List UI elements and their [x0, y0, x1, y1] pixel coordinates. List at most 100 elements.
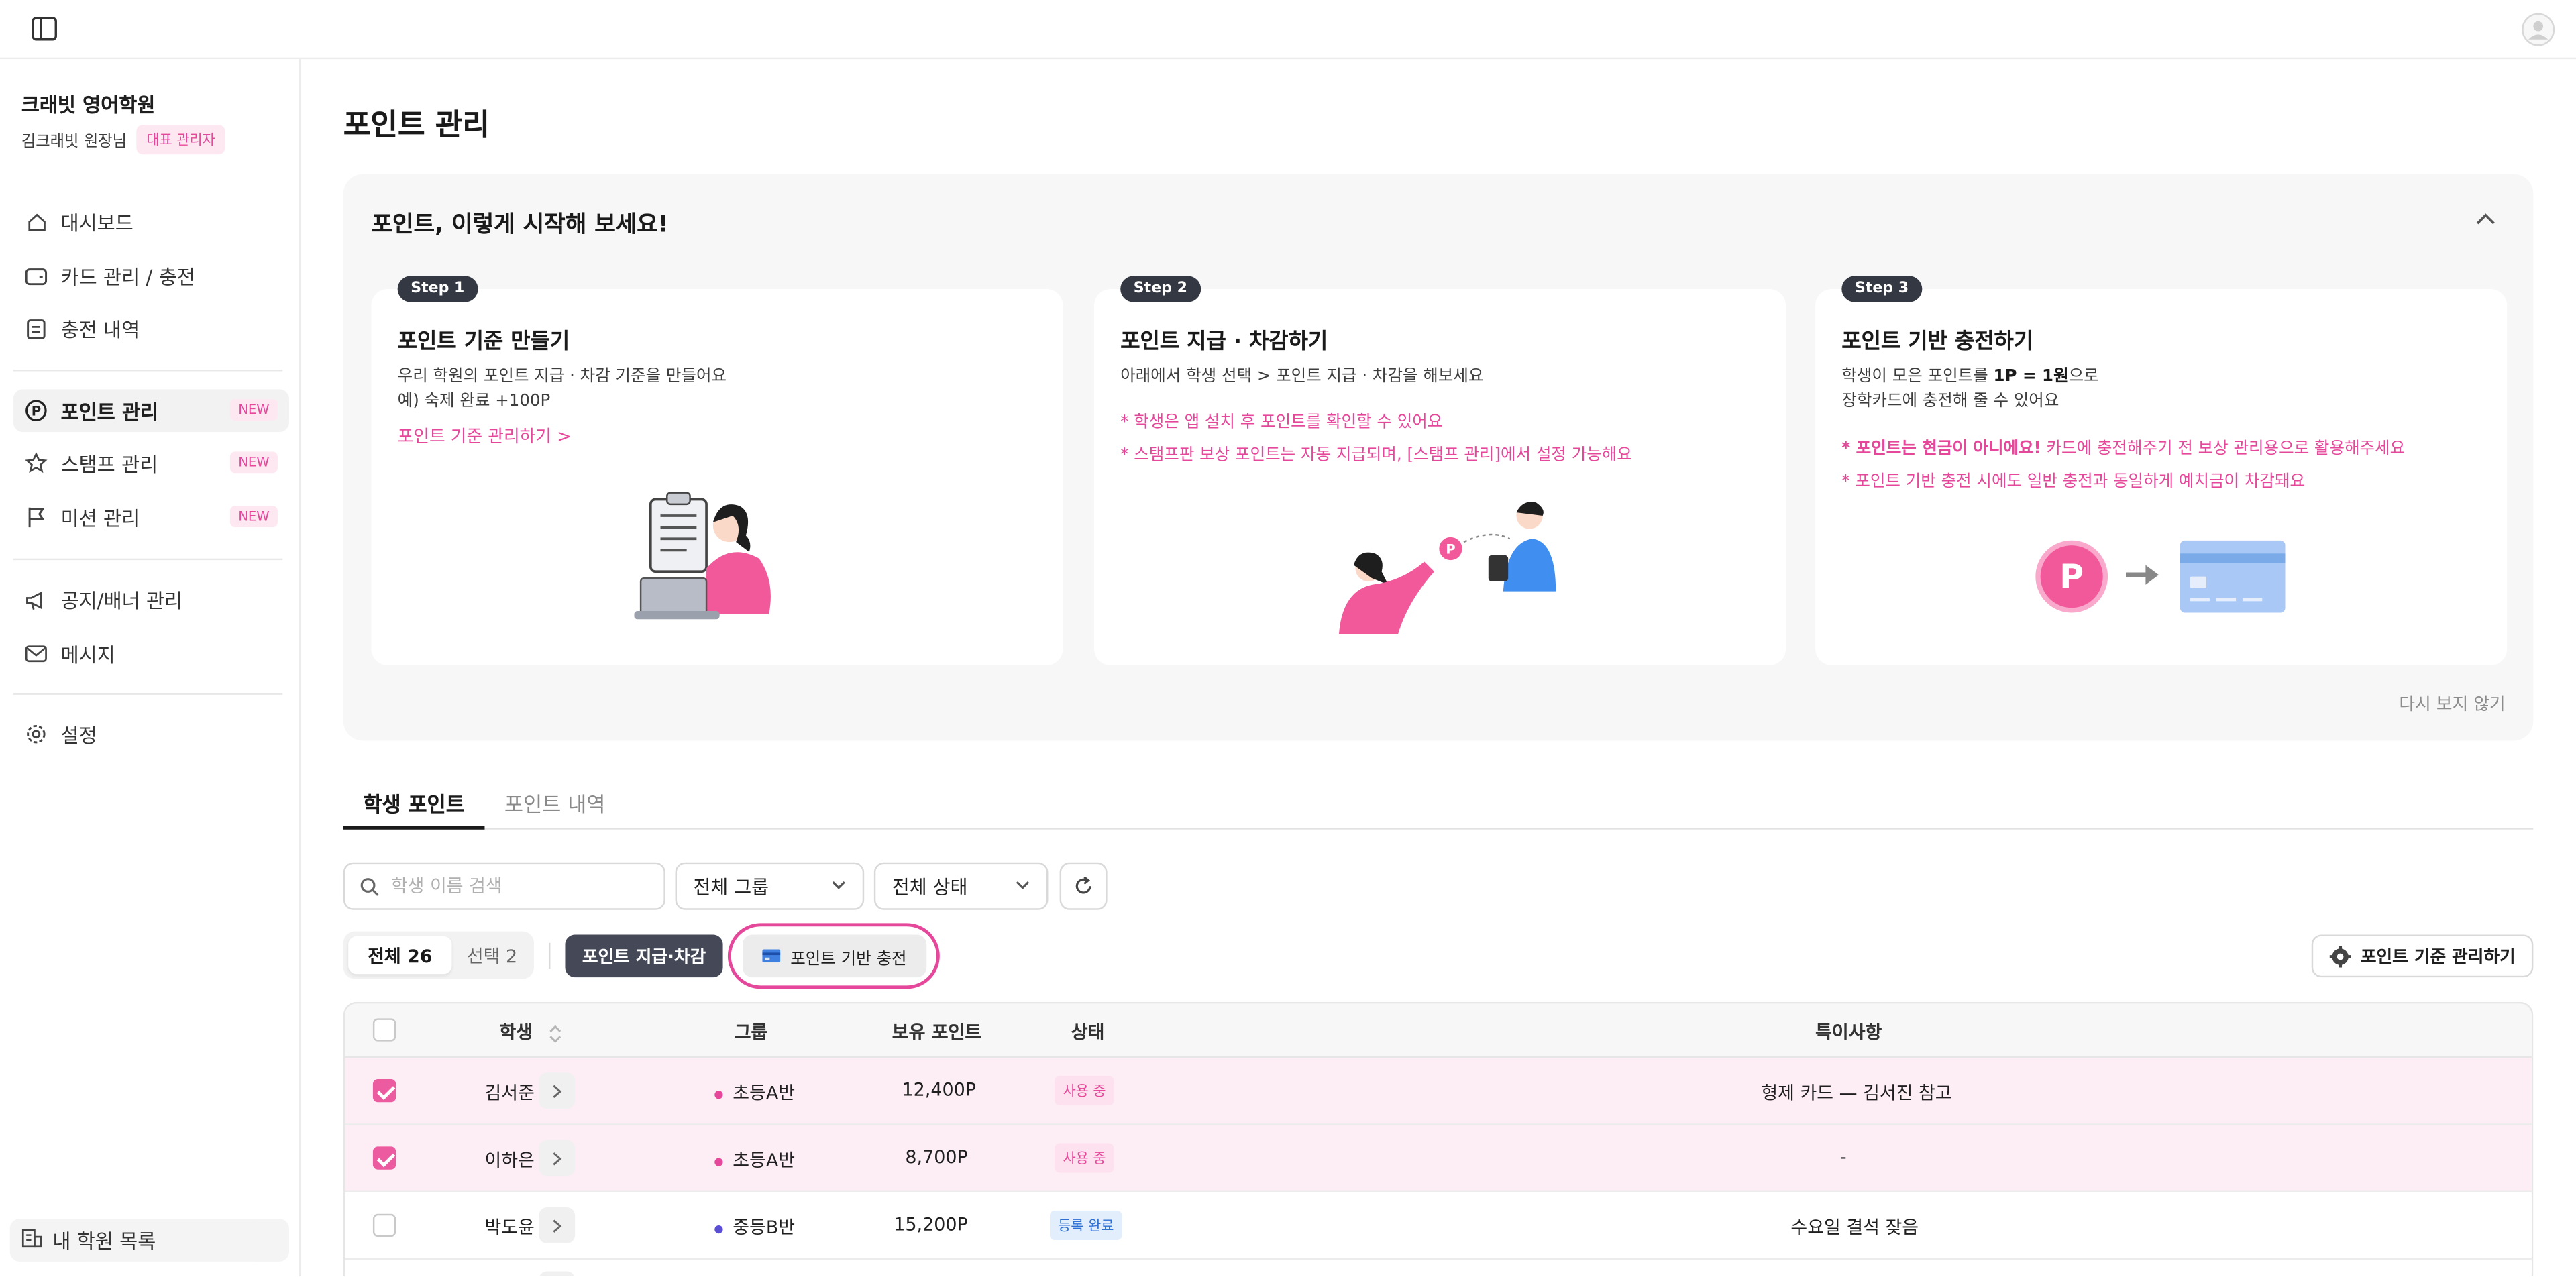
tab-student-points[interactable]: 학생 포인트	[343, 787, 485, 830]
step-desc-line: 우리 학원의 포인트 지급 · 차감 기준을 만들어요	[397, 368, 727, 386]
owner-row: 김크래빗 원장님 대표 관리자	[21, 125, 225, 155]
group-select[interactable]: 전체 그룹	[675, 862, 865, 910]
row-checkbox[interactable]	[372, 1146, 396, 1170]
receipt-icon	[25, 317, 48, 340]
sidebar-item-stamp[interactable]: 스탬프 관리 NEW	[13, 442, 289, 485]
grant-deduct-points-button[interactable]: 포인트 지급·차감	[565, 934, 723, 978]
table-row[interactable]	[345, 1260, 2532, 1276]
gear-icon	[25, 723, 48, 746]
student-points: 12,400P	[902, 1078, 977, 1101]
sidebar-item-mission[interactable]: 미션 관리 NEW	[13, 496, 289, 539]
gear-icon	[2329, 945, 2351, 967]
dismiss-guide-link[interactable]: 다시 보지 않기	[2399, 691, 2505, 716]
point-based-charge-button[interactable]: 포인트 기반 충전	[742, 934, 927, 978]
selection-segment: 전체 26 선택 2	[343, 931, 534, 979]
teacher-illustration	[634, 492, 771, 620]
sidebar-item-label: 스탬프 관리	[60, 452, 158, 476]
student-detail-button[interactable]	[539, 1140, 576, 1176]
sidebar-item-label: 공지/배너 관리	[60, 588, 183, 612]
building-icon	[21, 1227, 43, 1253]
sidebar-item-label: 메시지	[60, 643, 115, 667]
point-icon: P	[25, 399, 48, 422]
sidebar-item-label: 카드 관리 / 충전	[60, 265, 195, 288]
tab-point-history[interactable]: 포인트 내역	[504, 787, 606, 830]
role-badge: 대표 관리자	[136, 125, 225, 155]
column-header-student[interactable]: 학생	[499, 1018, 561, 1044]
sidebar-item-charge-history[interactable]: 충전 내역	[13, 307, 289, 350]
onboarding-guide: 포인트, 이렇게 시작해 보세요! Step 1 포인트 기준 만들기 우리 학…	[343, 174, 2534, 741]
table-row[interactable]: 박도윤 중등B반 15,200P 등록 완료 수요일 결석 잦음	[345, 1192, 2532, 1260]
user-avatar-icon[interactable]	[2522, 13, 2555, 46]
mail-icon	[25, 643, 48, 665]
point-criteria-button[interactable]: 포인트 기준 관리하기	[2311, 934, 2534, 978]
row-checkbox[interactable]	[372, 1078, 396, 1103]
svg-text:P: P	[32, 404, 41, 419]
new-badge: NEW	[229, 506, 278, 528]
table-row[interactable]: 이하은 초등A반 8,700P 사용 중 -	[345, 1125, 2532, 1192]
point-based-charge-label: 포인트 기반 충전	[790, 950, 907, 968]
student-group: 중등B반	[714, 1214, 795, 1240]
new-badge: NEW	[229, 399, 278, 421]
step-desc: 아래에서 학생 선택 > 포인트 지급 · 차감을 해보세요	[1120, 365, 1483, 390]
step-badge: Step 2	[1120, 276, 1201, 302]
chevron-up-icon[interactable]	[2474, 210, 2497, 226]
sidebar-item-label: 충전 내역	[60, 317, 140, 341]
group-dot	[714, 1224, 723, 1233]
sidebar-item-label: 설정	[60, 723, 97, 747]
point-coin-label: P	[2059, 557, 2084, 596]
student-points-table: 학생 그룹 보유 포인트 상태 특이사항 김서준 초등A반 12,400P 사용…	[343, 1001, 2534, 1276]
search-input[interactable]	[390, 875, 654, 897]
status-badge: 등록 완료	[1049, 1210, 1122, 1240]
search-box	[343, 862, 665, 910]
step-title: 포인트 기준 만들기	[397, 330, 570, 355]
refresh-button[interactable]	[1059, 862, 1108, 910]
student-detail-button[interactable]	[539, 1271, 576, 1276]
status-select[interactable]: 전체 상태	[873, 862, 1049, 910]
sidebar-item-points[interactable]: P 포인트 관리 NEW	[13, 389, 290, 433]
point-exchange-illustration: P	[1338, 502, 1556, 634]
sidebar-toggle-icon[interactable]	[32, 16, 58, 41]
guide-title: 포인트, 이렇게 시작해 보세요!	[371, 211, 669, 239]
student-note: 수요일 결석 잦음	[1790, 1217, 1919, 1239]
step-desc: 우리 학원의 포인트 지급 · 차감 기준을 만들어요 예) 숙제 완료 +10…	[398, 365, 727, 414]
sidebar-item-notice[interactable]: 공지/배너 관리	[13, 578, 289, 621]
owner-name: 김크래빗 원장님	[21, 133, 127, 152]
group-select-value: 전체 그룹	[693, 875, 769, 898]
sidebar-item-settings[interactable]: 설정	[13, 713, 289, 756]
wallet-icon	[25, 264, 48, 287]
segment-selected[interactable]: 선택 2	[455, 936, 529, 974]
student-detail-button[interactable]	[539, 1072, 576, 1109]
academy-name: 크래빗 영어학원	[21, 93, 156, 117]
step-note-rest: 카드에 충전해주기 전 보상 관리용으로 활용해주세요	[2041, 440, 2406, 459]
sidebar-item-label: 포인트 관리	[60, 400, 159, 423]
student-detail-button[interactable]	[539, 1207, 576, 1243]
point-coin-icon: P	[2035, 540, 2108, 613]
column-header-label: 학생	[499, 1021, 533, 1044]
student-note: 형제 카드 — 김서진 참고	[1761, 1082, 1952, 1104]
table-row[interactable]: 김서준 초등A반 12,400P 사용 중 형제 카드 — 김서진 참고	[345, 1058, 2532, 1125]
select-all-checkbox[interactable]	[372, 1018, 396, 1042]
row-checkbox[interactable]	[372, 1213, 396, 1237]
step-badge: Step 3	[1841, 276, 1922, 302]
step-desc-line: 아래에서 학생 선택 > 포인트 지급 · 차감을 해보세요	[1120, 368, 1484, 386]
flag-icon	[25, 506, 48, 529]
step-note: * 스탬프판 보상 포인트는 자동 지급되며, [스탬프 관리]에서 설정 가능…	[1120, 447, 1632, 465]
chevron-right-icon	[553, 1084, 562, 1097]
sidebar-item-dashboard[interactable]: 대시보드	[13, 201, 289, 243]
page-title: 포인트 관리	[343, 108, 490, 144]
tab-bar: 학생 포인트 포인트 내역	[343, 775, 2534, 830]
step-card-1: Step 1 포인트 기준 만들기 우리 학원의 포인트 지급 · 차감 기준을…	[371, 276, 1063, 665]
student-points: 15,200P	[894, 1213, 968, 1235]
my-academy-list-button[interactable]: 내 학원 목록	[9, 1219, 290, 1262]
step-note-strong: * 포인트는 현금이 아니에요!	[1841, 440, 2041, 459]
refresh-icon	[1075, 876, 1091, 894]
sidebar-item-card[interactable]: 카드 관리 / 충전	[13, 255, 289, 298]
group-label: 초등A반	[733, 1150, 796, 1172]
segment-all[interactable]: 전체 26	[348, 936, 452, 975]
point-criteria-link[interactable]: 포인트 기준 관리하기 >	[398, 424, 572, 449]
student-note: -	[1839, 1146, 1847, 1168]
sidebar-item-message[interactable]: 메시지	[13, 632, 289, 675]
column-header-group: 그룹	[734, 1021, 768, 1044]
point-criteria-label: 포인트 기준 관리하기	[2360, 946, 2516, 967]
step-note: * 학생은 앱 설치 후 포인트를 확인할 수 있어요	[1120, 414, 1443, 433]
